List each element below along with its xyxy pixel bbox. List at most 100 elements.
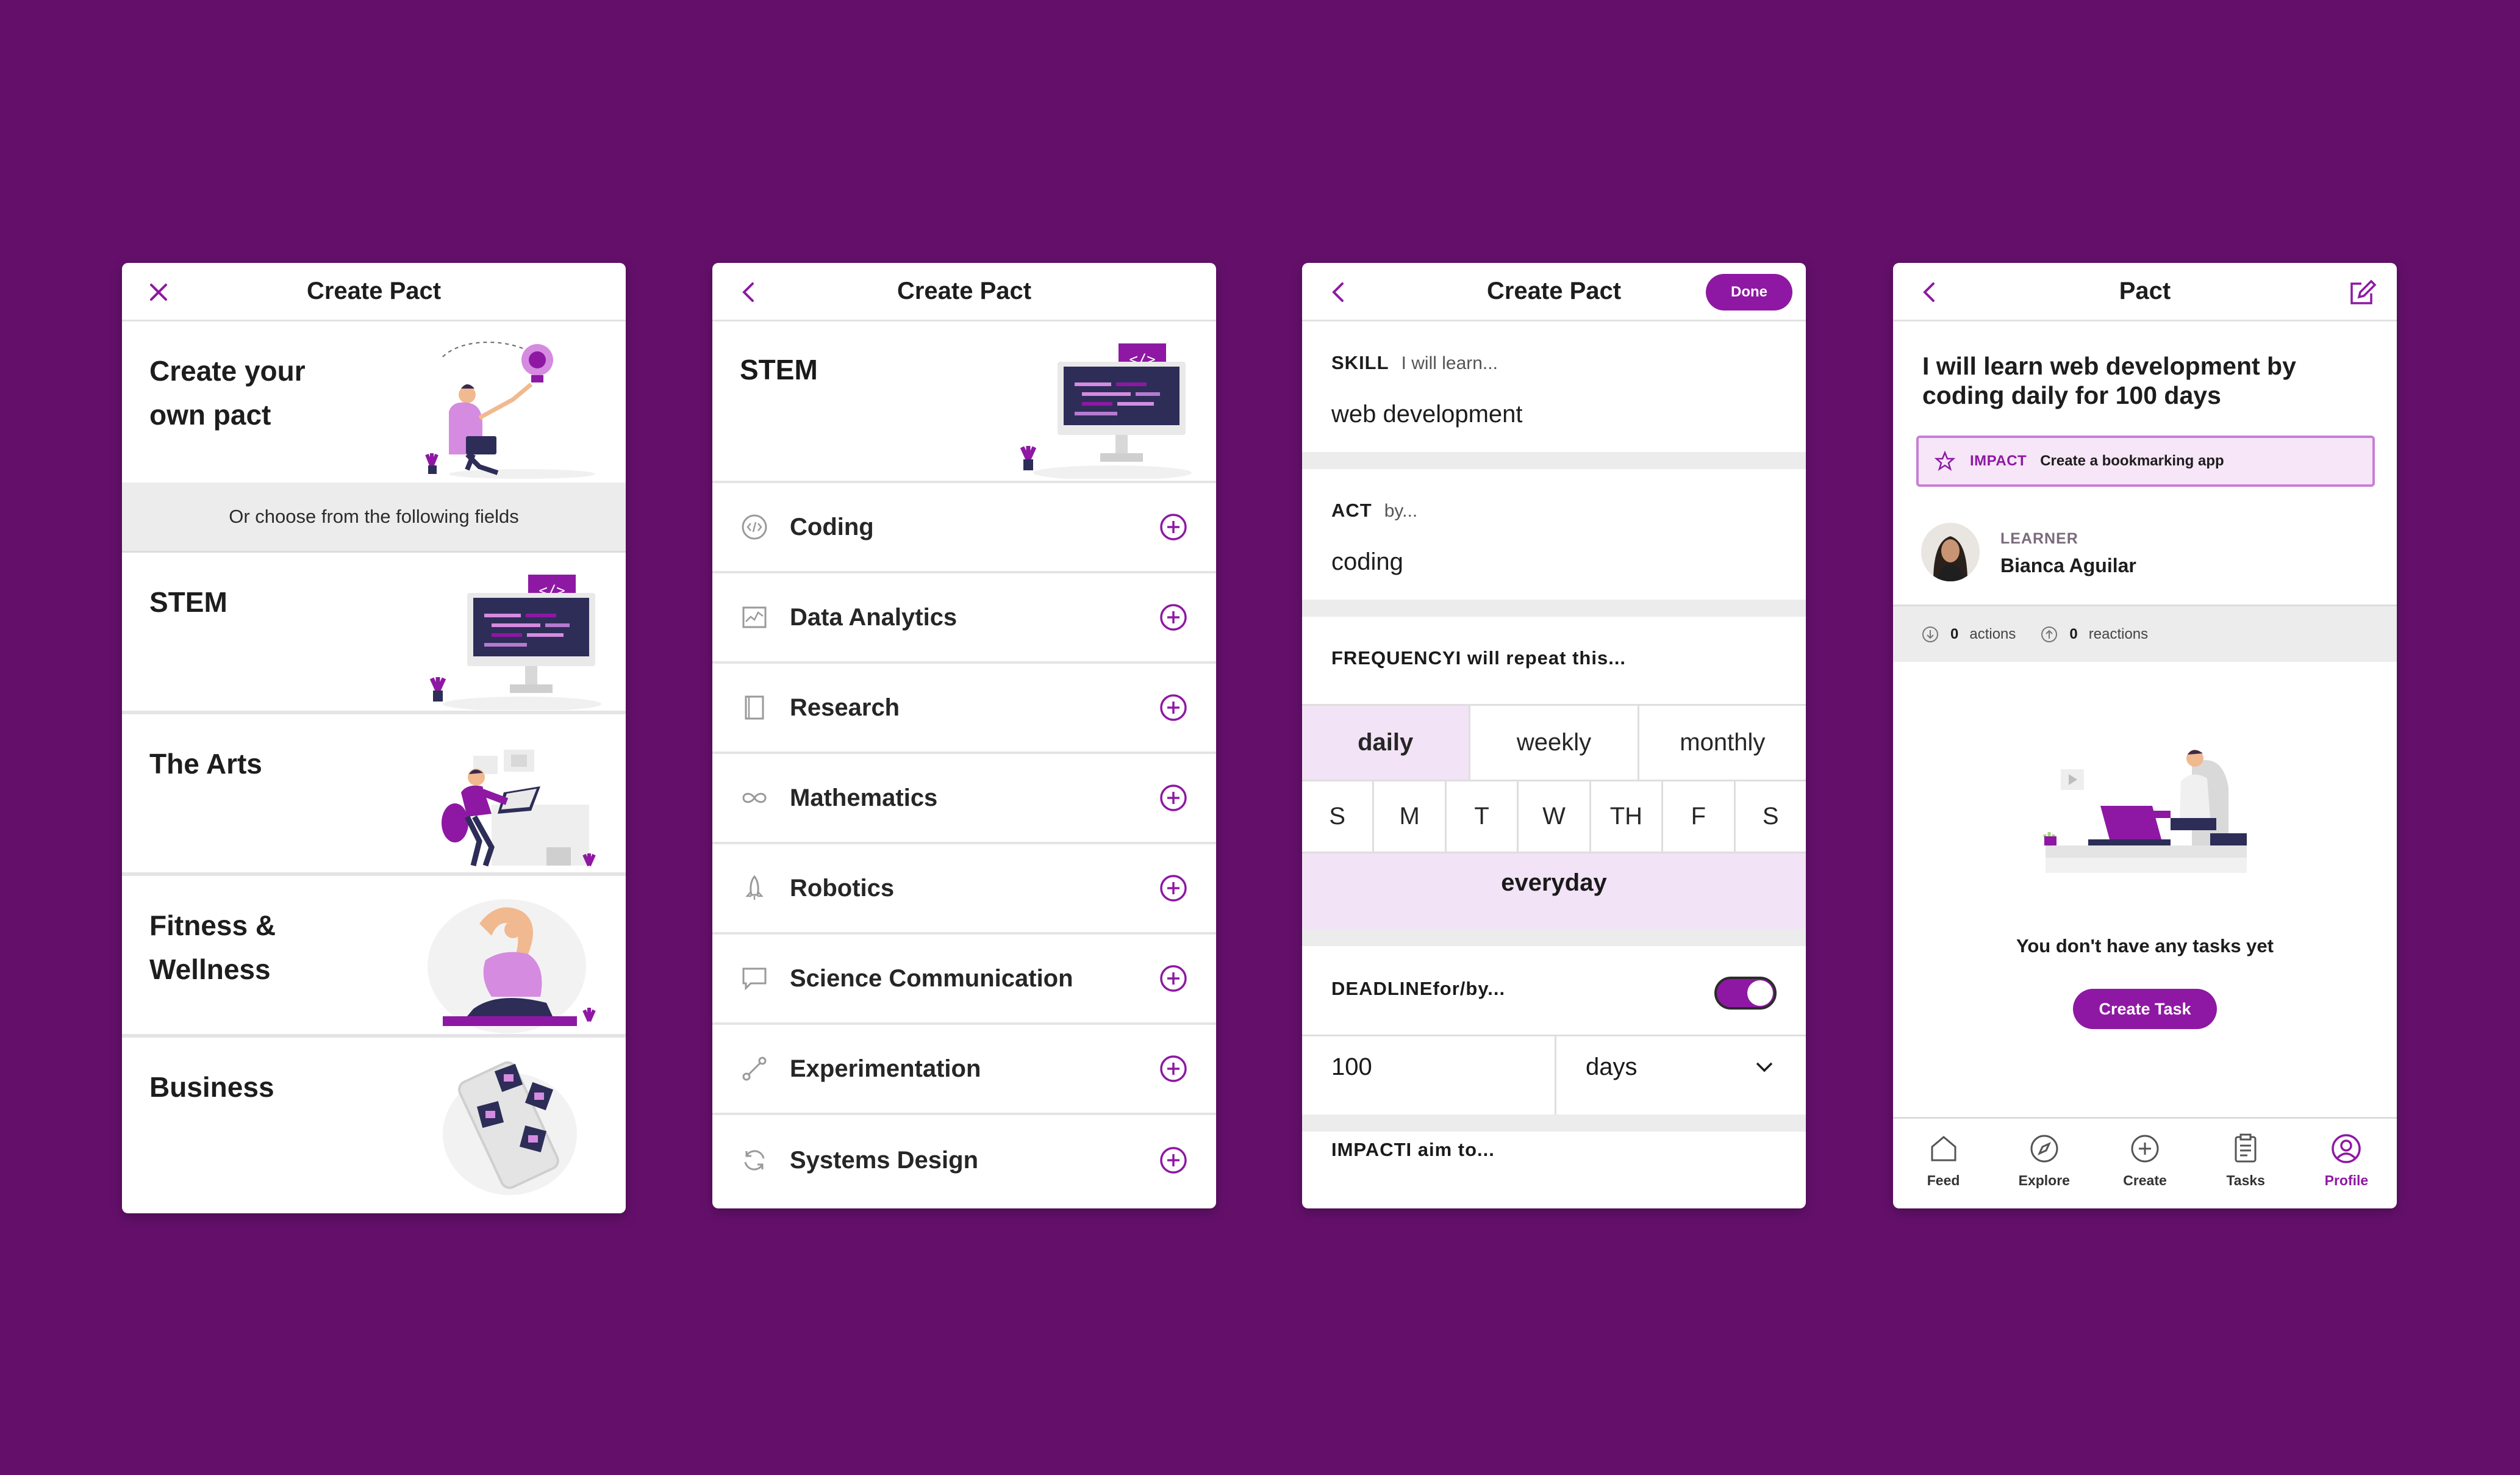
category-label: Experimentation <box>790 1055 981 1082</box>
bottom-tab-bar: Feed Explore Create Tasks Profile <box>1893 1117 2397 1208</box>
frequency-option-daily[interactable]: daily <box>1302 706 1471 780</box>
chevron-left-icon[interactable] <box>734 278 764 307</box>
field-label: Business <box>149 1071 274 1103</box>
category-row-mathematics[interactable]: Mathematics <box>712 754 1216 844</box>
close-icon[interactable] <box>144 278 173 307</box>
impact-value: Create a bookmarking app <box>2040 453 2224 469</box>
chevron-left-icon[interactable] <box>1324 278 1353 307</box>
add-circle-icon[interactable] <box>1159 874 1188 903</box>
act-key: ACT <box>1331 500 1372 521</box>
day-sunday[interactable]: S <box>1302 781 1375 852</box>
impact-section: IMPACTI aim to... <box>1302 1132 1806 1160</box>
day-monday[interactable]: M <box>1374 781 1447 852</box>
chevron-left-icon[interactable] <box>1915 278 1944 307</box>
create-task-button[interactable]: Create Task <box>2073 989 2217 1029</box>
add-circle-icon[interactable] <box>1159 603 1188 632</box>
tab-explore[interactable]: Explore <box>1994 1119 2094 1208</box>
deadline-key: DEADLINE <box>1331 978 1433 999</box>
category-label: Science Communication <box>790 964 1073 992</box>
tab-label: Create <box>2123 1172 2167 1188</box>
field-card-business[interactable]: Business <box>122 1038 626 1199</box>
screen-title: Create Pact <box>1486 278 1622 304</box>
field-label: STEM <box>740 354 818 386</box>
actions-label: actions <box>1969 625 2016 642</box>
arrow-down-circle-icon <box>1922 626 1938 642</box>
reactions-stat[interactable]: 0 reactions <box>2040 625 2148 644</box>
add-circle-icon[interactable] <box>1159 693 1188 722</box>
plus-circle-icon <box>2131 1135 2159 1163</box>
deadline-unit-select[interactable]: days <box>1556 1036 1806 1114</box>
deadline-amount-input[interactable]: 100 <box>1302 1036 1556 1114</box>
tab-create[interactable]: Create <box>2094 1119 2195 1208</box>
field-card-fitness-wellness[interactable]: Fitness & Wellness <box>122 876 626 1038</box>
actions-stat[interactable]: 0 actions <box>1921 625 2016 644</box>
frequency-header: FREQUENCYI will repeat this... <box>1302 617 1806 706</box>
category-row-data-analytics[interactable]: Data Analytics <box>712 573 1216 664</box>
tab-label: Explore <box>2018 1172 2070 1188</box>
deadline-header: DEADLINEfor/by... <box>1302 946 1806 1036</box>
done-button[interactable]: Done <box>1706 274 1792 310</box>
add-circle-icon[interactable] <box>1159 1054 1188 1083</box>
category-row-robotics[interactable]: Robotics <box>712 844 1216 935</box>
add-circle-icon[interactable] <box>1159 1146 1188 1175</box>
edit-icon[interactable] <box>2347 276 2379 308</box>
computer-code-illustration: </> <box>1020 343 1192 479</box>
category-row-coding[interactable]: Coding <box>712 483 1216 573</box>
act-input[interactable]: coding <box>1331 548 1403 576</box>
field-card-stem[interactable]: STEM </> <box>122 553 626 714</box>
learner-role: LEARNER <box>2000 530 2078 547</box>
category-row-science-communication[interactable]: Science Communication <box>712 935 1216 1025</box>
frequency-option-weekly[interactable]: weekly <box>1470 706 1639 780</box>
computer-code-illustration: </> <box>429 575 601 710</box>
top-bar: Create Pact <box>122 263 626 321</box>
actions-count: 0 <box>1950 625 1959 642</box>
add-circle-icon[interactable] <box>1159 783 1188 813</box>
refresh-icon <box>744 1150 765 1171</box>
top-bar: Create Pact Done <box>1302 263 1806 321</box>
field-card-the-arts[interactable]: The Arts <box>122 714 626 876</box>
everyday-option[interactable]: everyday <box>1302 853 1806 946</box>
pact-title: I will learn web development by coding d… <box>1922 352 2296 409</box>
tab-feed[interactable]: Feed <box>1893 1119 1994 1208</box>
day-selector: S M T W TH F S <box>1302 781 1806 853</box>
deadline-row: 100 days <box>1302 1036 1806 1132</box>
add-circle-icon[interactable] <box>1159 512 1188 542</box>
create-own-pact-card[interactable]: Create your own pact <box>122 321 626 483</box>
toggle-knob <box>1747 980 1773 1006</box>
category-row-systems-design[interactable]: Systems Design <box>712 1115 1216 1205</box>
create-pact-stem-screen: Create Pact STEM </> Coding Data Analyti… <box>712 263 1216 1208</box>
top-bar: Create Pact <box>712 263 1216 321</box>
tab-tasks[interactable]: Tasks <box>2196 1119 2296 1208</box>
reactions-label: reactions <box>2088 625 2149 642</box>
add-circle-icon[interactable] <box>1159 964 1188 993</box>
frequency-hint: I will repeat this... <box>1455 647 1627 669</box>
deadline-toggle[interactable] <box>1714 977 1777 1010</box>
compass-icon <box>2030 1135 2058 1163</box>
day-saturday[interactable]: S <box>1736 781 1806 852</box>
pact-detail-screen: Pact I will learn web development by cod… <box>1893 263 2397 1208</box>
top-bar: Pact <box>1893 263 2397 321</box>
day-friday[interactable]: F <box>1663 781 1736 852</box>
tab-label: Tasks <box>2226 1172 2265 1188</box>
learner-name[interactable]: Bianca Aguilar <box>2000 554 2136 577</box>
user-circle-icon <box>2332 1134 2361 1163</box>
day-tuesday[interactable]: T <box>1447 781 1519 852</box>
category-row-research[interactable]: Research <box>712 664 1216 754</box>
frequency-options: daily weekly monthly <box>1302 706 1806 781</box>
empty-tasks-illustration <box>2042 750 2247 873</box>
clipboard-icon <box>2235 1133 2257 1163</box>
field-label: STEM <box>149 586 227 618</box>
tab-profile[interactable]: Profile <box>2296 1119 2397 1208</box>
learner-block: LEARNER Bianca Aguilar <box>1921 518 2372 585</box>
day-thursday[interactable]: TH <box>1591 781 1664 852</box>
person-lightbulb-illustration <box>425 342 595 479</box>
tab-label: Feed <box>1927 1172 1960 1188</box>
day-wednesday[interactable]: W <box>1519 781 1591 852</box>
skill-hint: I will learn... <box>1401 353 1498 373</box>
category-row-experimentation[interactable]: Experimentation <box>712 1025 1216 1115</box>
infinity-icon <box>742 792 767 803</box>
skill-input[interactable]: web development <box>1331 401 1523 428</box>
arrow-up-circle-icon <box>2041 626 2058 642</box>
chart-icon <box>742 606 767 628</box>
frequency-option-monthly[interactable]: monthly <box>1639 706 1806 780</box>
